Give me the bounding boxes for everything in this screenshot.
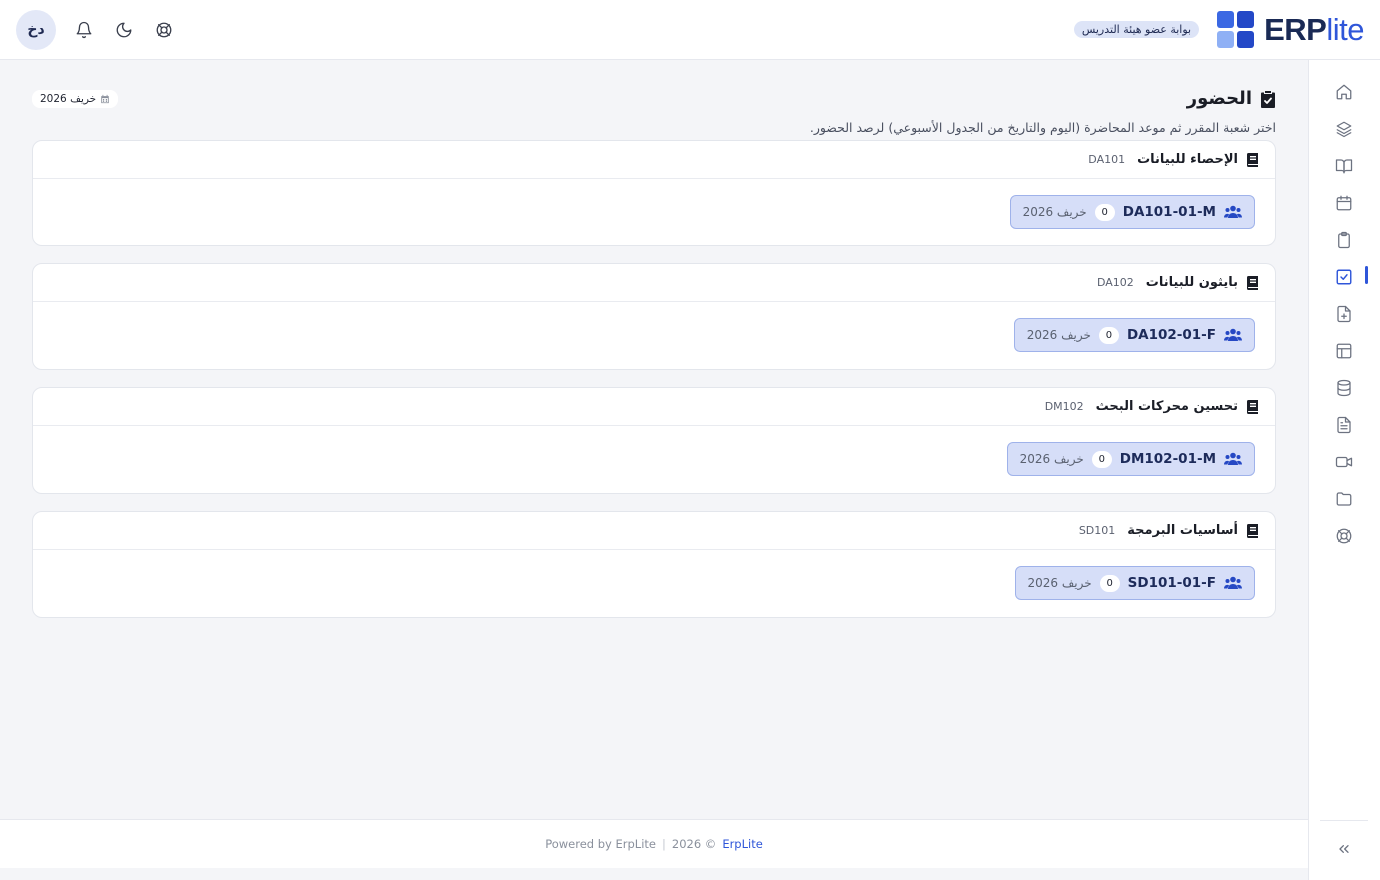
chevrons-left-icon[interactable] <box>1332 837 1356 861</box>
course-header: الإحصاء للبيانات DA101 <box>33 141 1275 179</box>
page-title: الحضور <box>1187 88 1276 109</box>
main-content: الحضور اختر شعبة المقرر ثم موعد المحاضرة… <box>0 60 1308 819</box>
section-button[interactable]: DA101-01-M 0 خريف 2026 <box>1009 195 1255 229</box>
student-count-badge: 0 <box>1091 450 1112 468</box>
course-card: الإحصاء للبيانات DA101 DA101-01-M 0 خريف… <box>32 140 1276 246</box>
section-term: خريف 2026 <box>1027 576 1092 590</box>
book-icon <box>1247 275 1258 290</box>
brand[interactable]: ERPlite بوابة عضو هيئة التدريس <box>1073 11 1364 48</box>
active-indicator <box>1365 266 1368 284</box>
course-code: DA101 <box>1088 153 1126 166</box>
course-code: DM102 <box>1044 400 1084 413</box>
file-plus-icon[interactable] <box>1332 302 1356 326</box>
sidebar <box>1308 60 1380 880</box>
student-count-badge: 0 <box>1099 574 1120 592</box>
users-icon <box>1224 452 1242 465</box>
brand-logo-icon <box>1217 11 1255 48</box>
users-icon <box>1224 328 1242 341</box>
section-button[interactable]: SD101-01-F 0 خريف 2026 <box>1014 566 1255 600</box>
footer-brand-link[interactable]: ErpLite <box>722 837 762 851</box>
section-term: خريف 2026 <box>1019 452 1084 466</box>
course-code: DA102 <box>1096 276 1134 289</box>
users-icon <box>1224 576 1242 589</box>
database-icon[interactable] <box>1332 376 1356 400</box>
lifebuoy-icon[interactable] <box>1332 524 1356 548</box>
section-term: خريف 2026 <box>1026 328 1091 342</box>
section-code: DA101-01-M <box>1122 204 1216 220</box>
student-count-badge: 0 <box>1094 203 1115 221</box>
video-icon[interactable] <box>1332 450 1356 474</box>
folder-icon[interactable] <box>1332 487 1356 511</box>
student-count-badge: 0 <box>1098 326 1119 344</box>
book-icon <box>1247 399 1258 414</box>
user-avatar[interactable]: دخ <box>16 9 56 50</box>
course-card: بايثون للبيانات DA102 DA102-01-F 0 خريف … <box>32 263 1276 370</box>
home-icon[interactable] <box>1332 80 1356 104</box>
section-code: SD101-01-F <box>1127 575 1216 591</box>
layers-icon[interactable] <box>1332 117 1356 141</box>
footer-separator: | <box>662 837 666 851</box>
powered-by-text: Powered by ErpLite <box>545 837 656 851</box>
clipboard-icon[interactable] <box>1332 228 1356 252</box>
course-header: أساسيات البرمجة SD101 <box>33 512 1275 550</box>
course-name: بايثون للبيانات <box>1145 275 1238 290</box>
course-code: SD101 <box>1078 524 1116 537</box>
section-code: DA102-01-F <box>1126 327 1216 343</box>
sidebar-divider <box>1320 820 1368 821</box>
moon-icon[interactable] <box>112 18 136 42</box>
bell-icon[interactable] <box>72 18 96 42</box>
term-chip[interactable]: خريف 2026 <box>32 90 119 108</box>
course-name: أساسيات البرمجة <box>1127 523 1238 538</box>
course-name: الإحصاء للبيانات <box>1137 152 1238 167</box>
file-text-icon[interactable] <box>1332 413 1356 437</box>
book-open-icon[interactable] <box>1332 154 1356 178</box>
course-card: تحسين محركات البحث DM102 DM102-01-M 0 خر… <box>32 387 1276 494</box>
copyright-text: 2026 © <box>671 837 717 851</box>
users-icon <box>1224 205 1242 218</box>
page-subtitle: اختر شعبة المقرر ثم موعد المحاضرة (اليوم… <box>809 120 1276 135</box>
section-button[interactable]: DM102-01-M 0 خريف 2026 <box>1006 442 1255 476</box>
section-button[interactable]: DA102-01-F 0 خريف 2026 <box>1013 318 1255 352</box>
book-icon <box>1247 523 1258 538</box>
course-header: بايثون للبيانات DA102 <box>33 264 1275 302</box>
calendar-icon[interactable] <box>1332 191 1356 215</box>
top-header: ERPlite بوابة عضو هيئة التدريس دخ <box>0 0 1380 60</box>
section-term: خريف 2026 <box>1022 205 1087 219</box>
course-header: تحسين محركات البحث DM102 <box>33 388 1275 426</box>
layout-icon[interactable] <box>1332 339 1356 363</box>
checkbox-icon[interactable] <box>1332 265 1356 289</box>
section-code: DM102-01-M <box>1119 451 1216 467</box>
course-card: أساسيات البرمجة SD101 SD101-01-F 0 خريف … <box>32 511 1276 618</box>
brand-logo-text: ERPlite <box>1264 12 1364 47</box>
portal-badge: بوابة عضو هيئة التدريس <box>1073 21 1200 38</box>
footer: Powered by ErpLite | 2026 © ErpLite <box>0 819 1308 868</box>
lifebuoy-icon[interactable] <box>152 18 176 42</box>
clipboard-check-icon <box>1261 90 1275 108</box>
course-name: تحسين محركات البحث <box>1095 399 1238 414</box>
page-header: الحضور اختر شعبة المقرر ثم موعد المحاضرة… <box>32 88 1276 148</box>
calendar-icon <box>101 94 109 104</box>
book-icon <box>1247 152 1258 167</box>
